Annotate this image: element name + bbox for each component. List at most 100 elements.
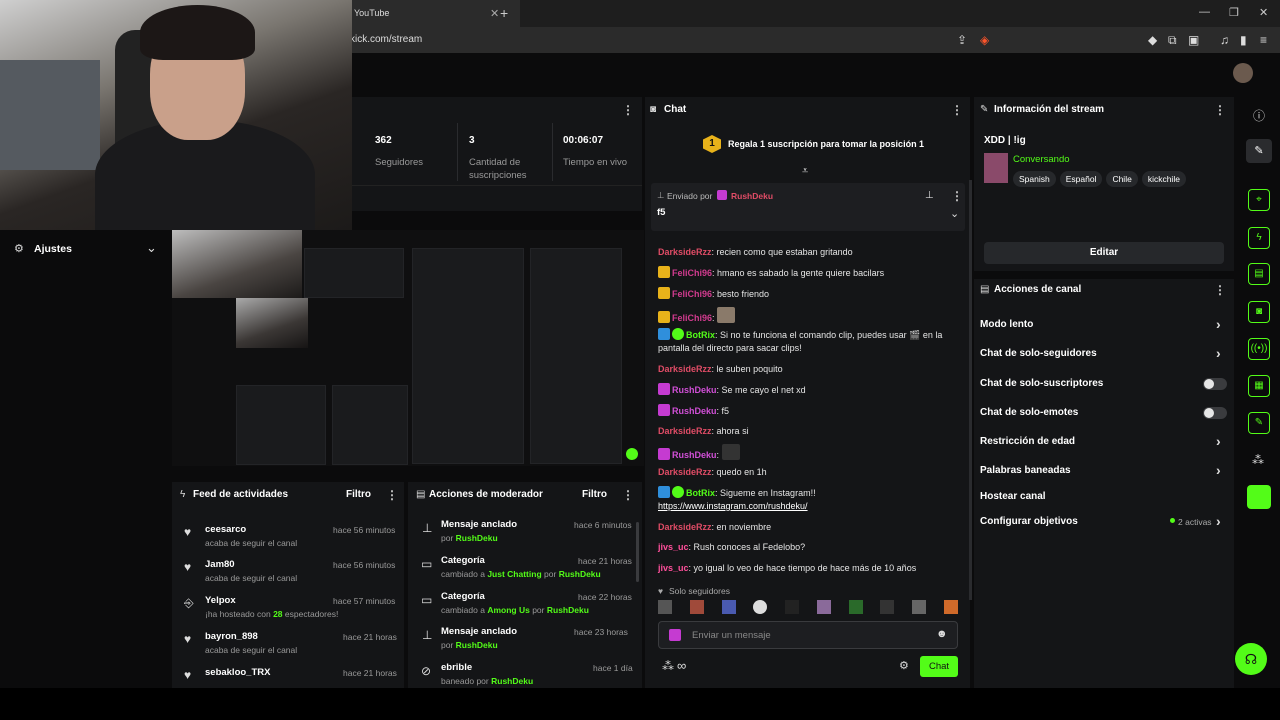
filter-button[interactable]: Filtro: [582, 489, 607, 500]
new-tab-icon[interactable]: +: [500, 5, 508, 21]
chatter-avatar[interactable]: [753, 600, 768, 614]
collapse-icon[interactable]: ⩡: [802, 165, 808, 178]
feed-user[interactable]: ceesarco: [205, 524, 246, 535]
feed-user[interactable]: sebakloo_TRX: [205, 667, 270, 678]
chatter-avatar[interactable]: [816, 600, 831, 614]
info-icon[interactable]: ⓘ: [1253, 107, 1265, 124]
points-icon[interactable]: ⁂: [662, 659, 674, 673]
kebab-icon[interactable]: ⋮: [622, 103, 634, 117]
wrench-rail-icon[interactable]: ✎: [1248, 412, 1270, 434]
chat-settings-icon[interactable]: ⚙: [899, 659, 909, 672]
feed-user[interactable]: bayron_898: [205, 631, 258, 642]
maximize-icon[interactable]: ❐: [1229, 6, 1239, 19]
kebab-icon[interactable]: ⋮: [1214, 103, 1226, 117]
support-icon[interactable]: ☊: [1235, 643, 1267, 675]
mod-time: hace 23 horas: [574, 627, 628, 637]
channel-row-emotes-only[interactable]: Chat de solo-emotes: [980, 407, 1228, 419]
extension-icon[interactable]: ◆: [1148, 33, 1157, 47]
chatter-avatar[interactable]: [880, 600, 895, 614]
emoji-icon[interactable]: ☻: [936, 628, 948, 640]
brave-shield-icon[interactable]: ◈: [980, 33, 989, 47]
kebab-icon[interactable]: ⋮: [1214, 283, 1226, 297]
menu-icon[interactable]: ≡: [1260, 33, 1267, 47]
mod-title: Categoría: [441, 555, 485, 566]
chatter-avatar[interactable]: [689, 600, 704, 614]
preview-webcam-nested: [236, 298, 308, 348]
mod-sub: baneado por RushDeku: [441, 676, 534, 686]
channel-row-goals[interactable]: Configurar objetivos 2 activas ›: [980, 513, 1228, 529]
app-rail-icon[interactable]: [1247, 485, 1271, 509]
broadcast-icon[interactable]: ((•)): [1248, 338, 1270, 360]
focus-icon[interactable]: ⌖: [1248, 189, 1270, 211]
edit-rail-icon[interactable]: ✎: [1246, 139, 1272, 163]
feed-sub: ¡ha hosteado con 28 espectadores!: [205, 609, 339, 619]
chevron-right-icon: ›: [1216, 462, 1221, 478]
document-rail-icon[interactable]: ▤: [1248, 263, 1270, 285]
heart-icon: ♥: [184, 632, 192, 646]
channel-row-subs-only[interactable]: Chat de solo-suscriptores: [980, 378, 1228, 390]
tag[interactable]: Spanish: [1013, 171, 1056, 187]
window-close-icon[interactable]: ✕: [1259, 6, 1268, 19]
unpin-icon[interactable]: ⊥: [925, 190, 934, 201]
minimize-icon[interactable]: —: [1199, 6, 1210, 18]
settings-row[interactable]: ⚙ Ajustes ⌄: [0, 237, 172, 261]
chatter-avatar[interactable]: [785, 600, 800, 614]
kebab-icon[interactable]: ⋮: [951, 103, 963, 117]
layout-icon[interactable]: ▦: [1248, 375, 1270, 397]
channel-row-host[interactable]: Hostear canal: [980, 491, 1228, 502]
chat-link[interactable]: https://www.instagram.com/rushdeku/: [658, 501, 808, 511]
toggle-switch[interactable]: [1203, 407, 1227, 419]
reader-icon[interactable]: ▣: [1188, 33, 1199, 47]
feed-user[interactable]: Jam80: [205, 559, 235, 570]
tag[interactable]: Chile: [1106, 171, 1138, 187]
emote-image: [717, 307, 736, 323]
tag[interactable]: Español: [1059, 171, 1103, 187]
kebab-icon[interactable]: ⋮: [622, 488, 634, 502]
music-icon[interactable]: ♫: [1220, 33, 1229, 47]
mic-icon: [658, 448, 670, 460]
pinned-message: ⊥ Enviado por RushDeku f5 ⊥ ⋮ ⌄: [651, 183, 965, 231]
tab-close-icon[interactable]: ✕: [490, 7, 499, 20]
chat-rail-icon[interactable]: ◙: [1248, 301, 1270, 323]
sidebar-icon[interactable]: ▮: [1240, 33, 1247, 47]
send-chat-button[interactable]: Chat: [920, 656, 958, 677]
feed-user[interactable]: Yelpox: [205, 595, 236, 606]
mod-sub: por RushDeku: [441, 533, 498, 543]
filter-button[interactable]: Filtro: [346, 489, 371, 500]
mod-item: ⊥ Mensaje anclado por RushDeku hace 6 mi…: [408, 518, 640, 552]
chat-input[interactable]: Enviar un mensaje ☻: [658, 621, 958, 649]
channel-row-slow-mode[interactable]: Modo lento ›: [980, 316, 1228, 332]
channel-row-age-restriction[interactable]: Restricción de edad ›: [980, 433, 1228, 449]
channel-row-banned-words[interactable]: Palabras baneadas ›: [980, 462, 1228, 478]
chat-scrollbar[interactable]: [969, 180, 972, 600]
bolt-rail-icon[interactable]: ϟ: [1248, 227, 1270, 249]
toggle-switch[interactable]: [1203, 378, 1227, 390]
mod-sub: cambiado a Among Us por RushDeku: [441, 605, 589, 615]
chatter-avatar[interactable]: [912, 600, 927, 614]
chatter-avatar[interactable]: [721, 600, 736, 614]
puzzle-icon[interactable]: ⧉: [1168, 33, 1177, 48]
category-thumbnail[interactable]: [984, 153, 1008, 183]
kebab-icon[interactable]: ⋮: [386, 488, 398, 502]
chevron-down-icon[interactable]: ⌄: [950, 207, 959, 220]
category-name[interactable]: Conversando: [1013, 154, 1070, 165]
status-dot: [1170, 518, 1175, 523]
chatter-avatar[interactable]: [658, 600, 672, 614]
mod-time: hace 21 horas: [578, 556, 632, 566]
avatar[interactable]: [1233, 63, 1253, 83]
url-text[interactable]: kick.com/stream: [350, 34, 422, 45]
infinity-icon[interactable]: ∞: [677, 658, 686, 673]
sub-goal-text[interactable]: Regala 1 suscripción para tomar la posic…: [728, 139, 924, 149]
chatter-avatar[interactable]: [848, 600, 863, 614]
chatter-avatar[interactable]: [943, 600, 958, 614]
scrollbar[interactable]: [636, 522, 639, 582]
tag-list: Spanish Español Chile kickchile: [1013, 169, 1190, 187]
tag[interactable]: kickchile: [1141, 171, 1186, 187]
edit-button[interactable]: Editar: [984, 242, 1224, 264]
pinned-user[interactable]: RushDeku: [731, 191, 773, 201]
share-icon[interactable]: ⇪: [957, 33, 967, 47]
channel-row-followers-only[interactable]: Chat de solo-seguidores ›: [980, 345, 1228, 361]
points-rail-icon[interactable]: ⁂: [1252, 453, 1264, 467]
settings-label: Ajustes: [34, 243, 72, 255]
kebab-icon[interactable]: ⋮: [951, 189, 963, 203]
